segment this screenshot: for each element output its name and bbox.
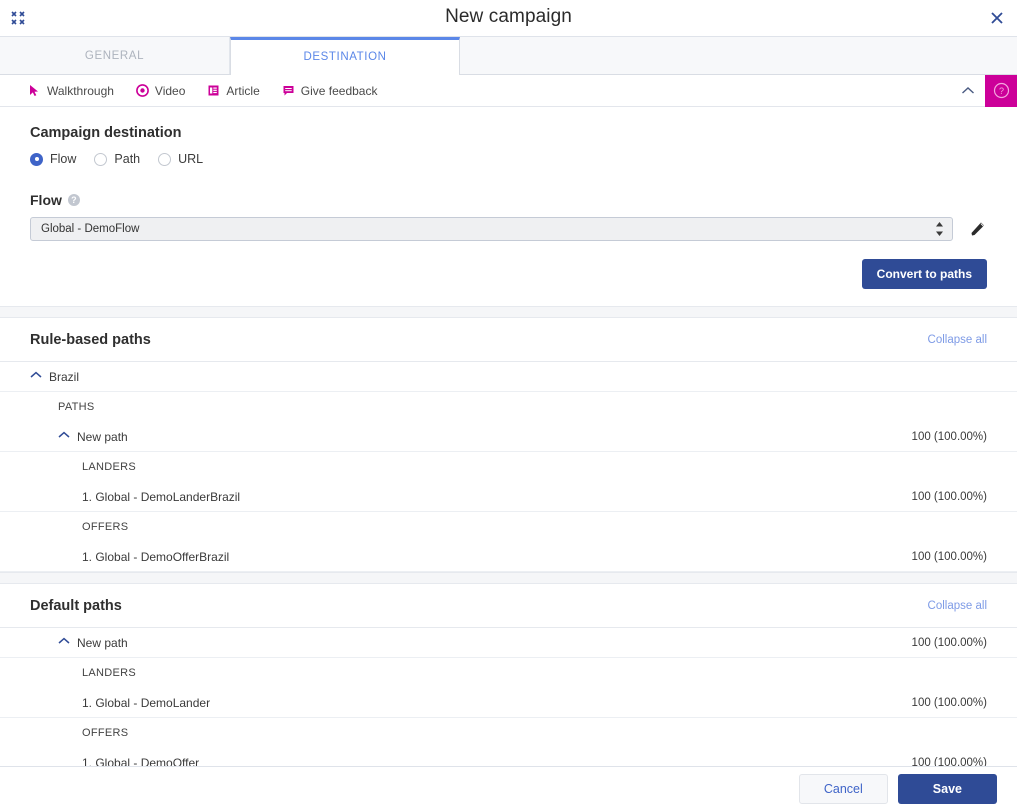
convert-to-paths-button[interactable]: Convert to paths	[861, 259, 987, 289]
rule-path-left: New path	[58, 430, 128, 444]
rule-path-row[interactable]: New path 100 (100.00%)	[0, 422, 1017, 452]
default-path-value: 100 (100.00%)	[911, 636, 987, 649]
rule-based-paths-title: Rule-based paths	[30, 332, 151, 348]
rule-group-brazil[interactable]: Brazil	[0, 362, 1017, 392]
help-toolbar: Walkthrough Video Article Give feedback	[0, 74, 1017, 107]
tab-bar-filler	[460, 37, 1017, 74]
help-item-label: Give feedback	[300, 83, 378, 98]
section-divider-band	[0, 306, 1017, 318]
default-lander-name: 1. Global - DemoLander	[82, 695, 211, 710]
flow-select-value: Global - DemoFlow	[41, 223, 140, 235]
rule-lander-row[interactable]: 1. Global - DemoLanderBrazil 100 (100.00…	[0, 482, 1017, 512]
help-toolbar-right: ?	[951, 74, 1017, 107]
chevron-up-icon[interactable]	[58, 637, 70, 649]
tab-bar: GENERAL DESTINATION	[0, 37, 1017, 75]
offers-label: OFFERS	[82, 521, 129, 533]
default-path-row[interactable]: New path 100 (100.00%)	[0, 628, 1017, 658]
default-landers-label-row: LANDERS	[0, 658, 1017, 688]
svg-text:?: ?	[998, 86, 1003, 96]
tab-destination[interactable]: DESTINATION	[230, 37, 460, 75]
question-circle-icon[interactable]: ?	[985, 74, 1017, 107]
rule-landers-label-row: LANDERS	[0, 452, 1017, 482]
default-offer-row[interactable]: 1. Global - DemoOffer 100 (100.00%)	[0, 748, 1017, 767]
rule-offer-row[interactable]: 1. Global - DemoOfferBrazil 100 (100.00%…	[0, 542, 1017, 572]
new-campaign-modal: New campaign GENERAL DESTINATION Walkthr…	[0, 0, 1017, 810]
radio-dot-path	[94, 152, 108, 166]
radio-path[interactable]: Path	[94, 152, 140, 166]
chevron-up-icon[interactable]	[30, 371, 42, 383]
cursor-arrow-icon	[28, 84, 41, 97]
section-divider-band-2	[0, 572, 1017, 584]
rule-offers-label-row: OFFERS	[0, 512, 1017, 542]
modal-content: Campaign destination Flow Path URL Flow …	[0, 107, 1017, 766]
rule-path-name: New path	[77, 429, 128, 444]
help-items: Walkthrough Video Article Give feedback	[0, 84, 377, 98]
default-lander-value: 100 (100.00%)	[911, 696, 987, 709]
landers-label: LANDERS	[82, 667, 137, 679]
radio-dot-url	[158, 152, 172, 166]
default-offer-name: 1. Global - DemoOffer	[82, 755, 200, 767]
help-item-give-feedback[interactable]: Give feedback	[282, 83, 378, 98]
rule-offer-name: 1. Global - DemoOfferBrazil	[82, 549, 230, 564]
default-offers-label-row: OFFERS	[0, 718, 1017, 748]
rule-based-paths-header: Rule-based paths Collapse all	[0, 318, 1017, 362]
radio-flow[interactable]: Flow	[30, 152, 76, 166]
rule-based-collapse-all[interactable]: Collapse all	[928, 334, 987, 346]
tab-general[interactable]: GENERAL	[0, 37, 230, 74]
comment-icon	[282, 84, 295, 97]
modal-footer: Cancel Save	[0, 766, 1017, 810]
stepper-arrows-icon	[935, 221, 944, 237]
article-icon	[207, 84, 220, 97]
flow-select-row: Global - DemoFlow	[30, 217, 987, 241]
help-item-label: Article	[226, 83, 260, 98]
default-offer-value: 100 (100.00%)	[911, 756, 987, 767]
default-lander-row[interactable]: 1. Global - DemoLander 100 (100.00%)	[0, 688, 1017, 718]
rule-group-left: Brazil	[30, 370, 79, 384]
help-item-video[interactable]: Video	[136, 84, 185, 98]
radio-label-flow: Flow	[50, 152, 77, 166]
destination-radio-group: Flow Path URL	[30, 152, 987, 166]
question-mark-icon[interactable]: ?	[67, 194, 80, 206]
rule-offer-value: 100 (100.00%)	[911, 550, 987, 563]
help-item-walkthrough[interactable]: Walkthrough	[28, 84, 114, 98]
campaign-destination-title: Campaign destination	[30, 125, 182, 141]
landers-label: LANDERS	[82, 461, 137, 473]
default-paths-header: Default paths Collapse all	[0, 584, 1017, 628]
flow-field-label-row: Flow ?	[30, 192, 987, 208]
flow-label: Flow	[30, 192, 62, 208]
help-item-article[interactable]: Article	[207, 83, 260, 98]
rule-lander-value: 100 (100.00%)	[911, 490, 987, 503]
save-button[interactable]: Save	[897, 773, 997, 804]
default-collapse-all[interactable]: Collapse all	[928, 600, 987, 612]
radio-label-path: Path	[114, 152, 141, 166]
page-title: New campaign	[445, 6, 572, 27]
convert-row: Convert to paths	[0, 241, 1017, 306]
cancel-button[interactable]: Cancel	[798, 773, 888, 804]
radio-label-url: URL	[178, 152, 204, 166]
radio-url[interactable]: URL	[158, 152, 203, 166]
default-path-left: New path	[58, 636, 128, 650]
help-item-label: Video	[154, 83, 186, 98]
default-paths-title: Default paths	[30, 598, 122, 614]
offers-label: OFFERS	[82, 727, 129, 739]
help-item-label: Walkthrough	[47, 83, 114, 98]
campaign-destination-block: Campaign destination Flow Path URL Flow …	[0, 107, 1017, 241]
pencil-icon[interactable]	[969, 220, 987, 238]
chevron-up-icon[interactable]	[951, 86, 985, 96]
default-path-name: New path	[77, 635, 128, 650]
radio-dot-flow	[30, 152, 43, 166]
rule-paths-label-row: PATHS	[0, 392, 1017, 422]
play-circle-icon	[136, 84, 149, 97]
paths-label: PATHS	[58, 401, 95, 413]
flow-select[interactable]: Global - DemoFlow	[30, 217, 953, 241]
rule-lander-name: 1. Global - DemoLanderBrazil	[82, 489, 241, 504]
title-bar: New campaign	[0, 0, 1017, 37]
rule-group-name: Brazil	[49, 369, 80, 384]
close-x-icon[interactable]	[987, 8, 1007, 28]
rule-path-value: 100 (100.00%)	[911, 430, 987, 443]
chevron-up-icon[interactable]	[58, 431, 70, 443]
